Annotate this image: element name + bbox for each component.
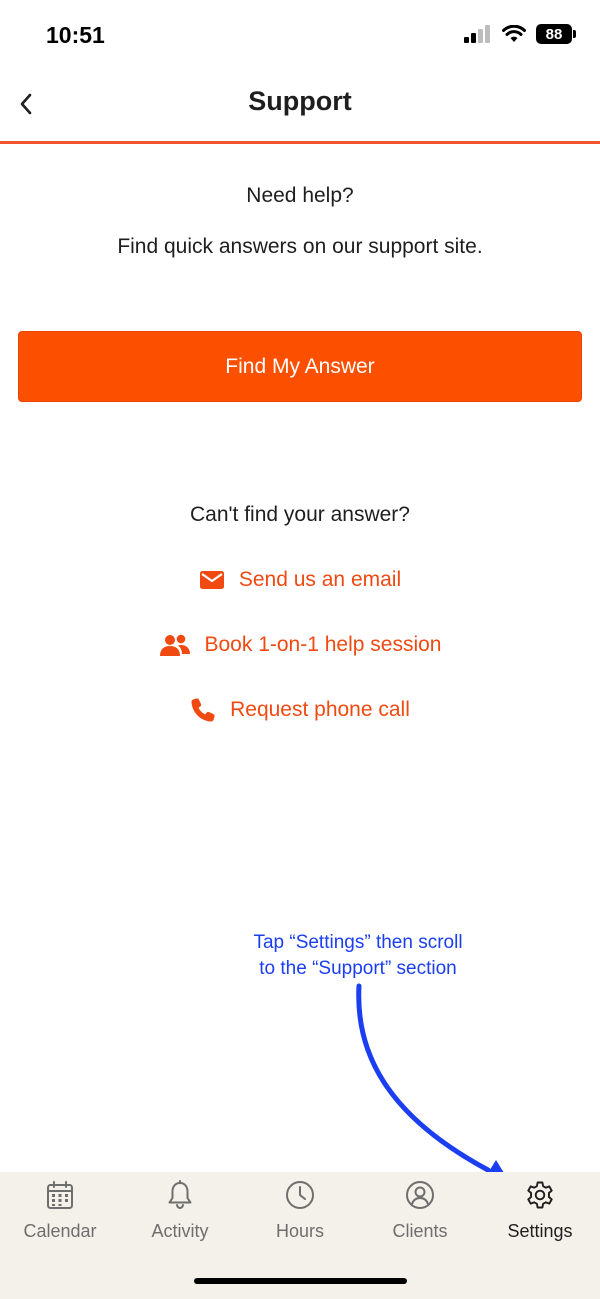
tab-activity[interactable]: Activity [120, 1178, 240, 1250]
tab-hours[interactable]: Hours [240, 1178, 360, 1250]
tab-calendar[interactable]: Calendar [0, 1178, 120, 1250]
home-indicator [194, 1278, 407, 1284]
calendar-icon [43, 1178, 77, 1212]
tab-label-settings: Settings [507, 1221, 573, 1241]
user-circle-icon [403, 1178, 437, 1212]
annotation-arrow [356, 983, 512, 1186]
support-screen: 10:51 88 Support Need help? Find quick a… [0, 0, 600, 1299]
tab-label-calendar: Calendar [23, 1221, 97, 1241]
tab-settings[interactable]: Settings [480, 1178, 600, 1250]
gear-icon [523, 1178, 557, 1212]
tab-label-activity: Activity [151, 1221, 209, 1241]
bell-icon [163, 1178, 197, 1212]
tab-label-clients: Clients [392, 1221, 448, 1241]
tab-label-hours: Hours [275, 1221, 324, 1241]
tab-clients[interactable]: Clients [360, 1178, 480, 1250]
clock-icon [283, 1178, 317, 1212]
